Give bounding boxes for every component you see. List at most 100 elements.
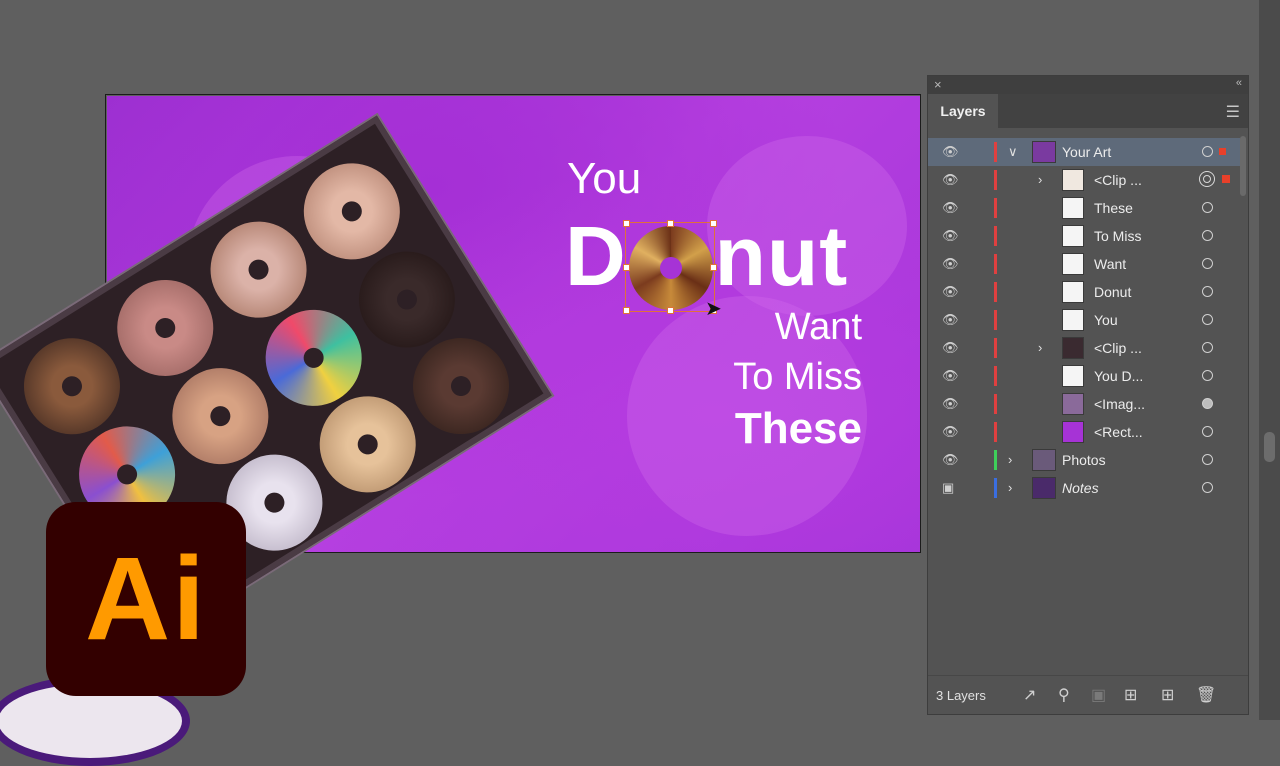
layer-color-bar <box>994 310 997 330</box>
layer-thumbnail <box>1032 141 1056 163</box>
selection-handle[interactable] <box>623 220 630 227</box>
headline-these[interactable]: These <box>735 404 862 454</box>
panel-scrollbar-thumb[interactable] <box>1240 136 1246 196</box>
visibility-eye-icon[interactable]: 👁 <box>942 341 959 355</box>
collapse-icon[interactable]: « <box>1236 77 1242 89</box>
headline-to-miss[interactable]: To Miss <box>733 356 862 399</box>
chevron-right-icon[interactable]: › <box>1008 452 1012 467</box>
layer-thumbnail <box>1062 421 1084 443</box>
selection-handle[interactable] <box>667 307 674 314</box>
target-circle-icon[interactable] <box>1202 258 1213 269</box>
panel-title-bar[interactable]: × « <box>928 76 1248 94</box>
layer-color-bar <box>994 394 997 414</box>
target-circle-icon[interactable] <box>1202 202 1213 213</box>
target-circle-icon[interactable] <box>1202 314 1213 325</box>
layer-color-bar <box>994 198 997 218</box>
layer-row-clip-group-2[interactable]: 👁 › <Clip ... <box>928 334 1240 362</box>
visibility-eye-icon[interactable]: 👁 <box>942 313 959 327</box>
layer-row-rect[interactable]: 👁 <Rect... <box>928 418 1240 446</box>
target-circle-icon[interactable] <box>1202 482 1213 493</box>
layer-thumbnail <box>1062 393 1084 415</box>
visibility-eye-icon[interactable]: 👁 <box>942 229 959 243</box>
layer-row-photos[interactable]: 👁 › Photos <box>928 446 1240 474</box>
layer-row-clip-group[interactable]: 👁 › <Clip ... <box>928 166 1240 194</box>
mouse-cursor-icon: ➤ <box>705 298 722 320</box>
export-icon[interactable]: ↗ <box>1023 685 1036 705</box>
layer-name: You D... <box>1094 368 1144 384</box>
layer-name: <Clip ... <box>1094 340 1142 356</box>
visibility-eye-icon[interactable]: 👁 <box>942 285 959 299</box>
layer-row-image[interactable]: 👁 <Imag... <box>928 390 1240 418</box>
target-circle-icon[interactable] <box>1202 370 1213 381</box>
layer-color-bar <box>994 366 997 386</box>
layer-name: To Miss <box>1094 228 1142 244</box>
target-circle-icon[interactable] <box>1202 426 1213 437</box>
visibility-eye-icon[interactable]: 👁 <box>942 145 959 159</box>
layer-thumbnail <box>1062 309 1084 331</box>
layer-row-donut[interactable]: 👁 Donut <box>928 278 1240 306</box>
search-icon[interactable]: ⚲ <box>1058 685 1070 705</box>
new-sublayer-icon[interactable]: ⊞ <box>1124 685 1137 705</box>
tab-layers[interactable]: Layers <box>928 94 998 128</box>
layer-name: You <box>1094 312 1118 328</box>
layer-row-you[interactable]: 👁 You <box>928 306 1240 334</box>
visibility-eye-icon[interactable]: 👁 <box>942 173 959 187</box>
panel-menu-icon[interactable]: ☰ <box>1226 102 1240 122</box>
headline-donut-rest: nut <box>714 209 849 303</box>
layer-row-notes[interactable]: ▣ › Notes <box>928 474 1240 502</box>
selection-handle[interactable] <box>667 220 674 227</box>
layer-color-bar <box>994 226 997 246</box>
layer-row-these[interactable]: 👁 These <box>928 194 1240 222</box>
layer-row-your-art[interactable]: 👁 ∨ Your Art <box>928 138 1240 166</box>
layer-color-bar <box>994 422 997 442</box>
template-layer-icon[interactable]: ▣ <box>942 481 958 495</box>
chevron-right-icon[interactable]: › <box>1008 480 1012 495</box>
visibility-eye-icon[interactable]: 👁 <box>942 453 959 467</box>
layer-color-bar <box>994 142 997 162</box>
visibility-eye-icon[interactable]: 👁 <box>942 201 959 215</box>
visibility-eye-icon[interactable]: 👁 <box>942 397 959 411</box>
trash-icon[interactable]: 🗑 <box>1196 685 1216 705</box>
close-icon[interactable]: × <box>934 77 942 92</box>
chevron-right-icon[interactable]: › <box>1038 340 1042 355</box>
panel-scrollbar[interactable] <box>1240 136 1246 666</box>
layer-thumbnail <box>1062 225 1084 247</box>
layer-thumbnail <box>1062 169 1084 191</box>
selection-handle[interactable] <box>623 264 630 271</box>
chevron-right-icon[interactable]: › <box>1038 172 1042 187</box>
layer-color-bar <box>994 254 997 274</box>
selection-indicator[interactable] <box>1219 148 1226 155</box>
target-circle-icon[interactable] <box>1202 146 1213 157</box>
target-circle-icon[interactable] <box>1202 454 1213 465</box>
headline-donut-d: D <box>565 209 627 303</box>
chevron-down-icon[interactable]: ∨ <box>1008 144 1018 160</box>
window-scrollbar-thumb[interactable] <box>1264 432 1275 462</box>
selection-handle[interactable] <box>623 307 630 314</box>
clipping-mask-icon[interactable]: ▣ <box>1091 685 1106 705</box>
selection-handle[interactable] <box>710 264 717 271</box>
target-circle-icon[interactable] <box>1202 286 1213 297</box>
selection-handle[interactable] <box>710 220 717 227</box>
layer-row-want[interactable]: 👁 Want <box>928 250 1240 278</box>
target-circle-icon[interactable] <box>1202 342 1213 353</box>
target-circle-icon[interactable] <box>1202 398 1213 409</box>
layer-row-to-miss[interactable]: 👁 To Miss <box>928 222 1240 250</box>
target-circle-icon[interactable] <box>1199 171 1215 187</box>
selection-bounding-box[interactable] <box>623 220 717 314</box>
visibility-eye-icon[interactable]: 👁 <box>942 369 959 383</box>
layer-row-you-donut[interactable]: 👁 You D... <box>928 362 1240 390</box>
selection-indicator[interactable] <box>1222 175 1230 183</box>
visibility-eye-icon[interactable]: 👁 <box>942 425 959 439</box>
panel-footer: 3 Layers ↗ ⚲ ▣ ⊞ ⊞ 🗑 <box>928 675 1248 714</box>
new-layer-icon[interactable]: ⊞ <box>1161 685 1174 705</box>
layer-thumbnail <box>1062 337 1084 359</box>
headline-want[interactable]: Want <box>775 306 862 349</box>
layer-name: <Rect... <box>1094 424 1143 440</box>
headline-you[interactable]: You <box>567 154 641 204</box>
target-circle-icon[interactable] <box>1202 230 1213 241</box>
layer-color-bar <box>994 450 997 470</box>
visibility-eye-icon[interactable]: 👁 <box>942 257 959 271</box>
window-scrollbar[interactable] <box>1259 0 1280 720</box>
layer-thumbnail <box>1032 449 1056 471</box>
layer-thumbnail <box>1062 365 1084 387</box>
